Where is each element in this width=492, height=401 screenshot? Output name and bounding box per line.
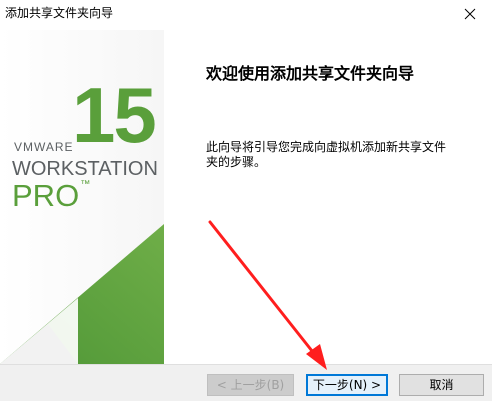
window-title: 添加共享文件夹向导 xyxy=(5,6,114,20)
wizard-heading: 欢迎使用添加共享文件夹向导 xyxy=(206,64,415,83)
logo-pro-word: PRO xyxy=(12,178,80,213)
trademark-mark: ™ xyxy=(80,179,91,190)
green-triangle xyxy=(0,224,164,364)
cancel-button[interactable]: 取消 xyxy=(399,374,484,396)
wizard-description: 此向导将引导您完成向虚拟机添加新共享文件夹的步骤。 xyxy=(206,140,447,169)
wizard-window: 添加共享文件夹向导 15 VMWARE WORKSTATION PRO™ 欢迎使… xyxy=(0,0,492,401)
title-bar[interactable]: 添加共享文件夹向导 xyxy=(0,0,492,30)
logo-vmware-text: VMWARE xyxy=(14,140,74,154)
close-icon xyxy=(464,8,476,20)
close-button[interactable] xyxy=(448,0,492,28)
logo-version-number: 15 xyxy=(72,71,157,159)
button-bar: < 上一步(B) 下一步(N) > 取消 xyxy=(0,364,492,401)
logo-pro-text: PRO™ xyxy=(12,178,90,214)
wizard-banner: 15 VMWARE WORKSTATION PRO™ xyxy=(0,30,164,364)
next-button[interactable]: 下一步(N) > xyxy=(306,374,388,396)
back-button[interactable]: < 上一步(B) xyxy=(207,374,294,396)
wizard-content: 欢迎使用添加共享文件夹向导 此向导将引导您完成向虚拟机添加新共享文件夹的步骤。 xyxy=(164,30,492,364)
